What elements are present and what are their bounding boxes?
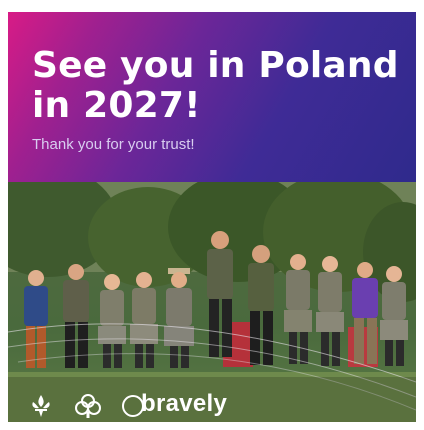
brand-wordmark: bravely (141, 390, 228, 417)
group-photo (8, 182, 416, 422)
headline: See you in Poland in 2027! (32, 46, 399, 126)
subtitle: Thank you for your trust! (32, 136, 195, 153)
headline-line-2: in 2027! (32, 85, 201, 126)
promo-card: See you in Poland in 2027! Thank you for… (8, 12, 416, 422)
headline-line-1: See you in Poland (32, 45, 399, 86)
trefoil-icon (75, 394, 101, 418)
header-banner: See you in Poland in 2027! Thank you for… (8, 12, 416, 182)
fleur-de-lis-icon (32, 395, 50, 417)
photo-illustration (8, 182, 416, 422)
